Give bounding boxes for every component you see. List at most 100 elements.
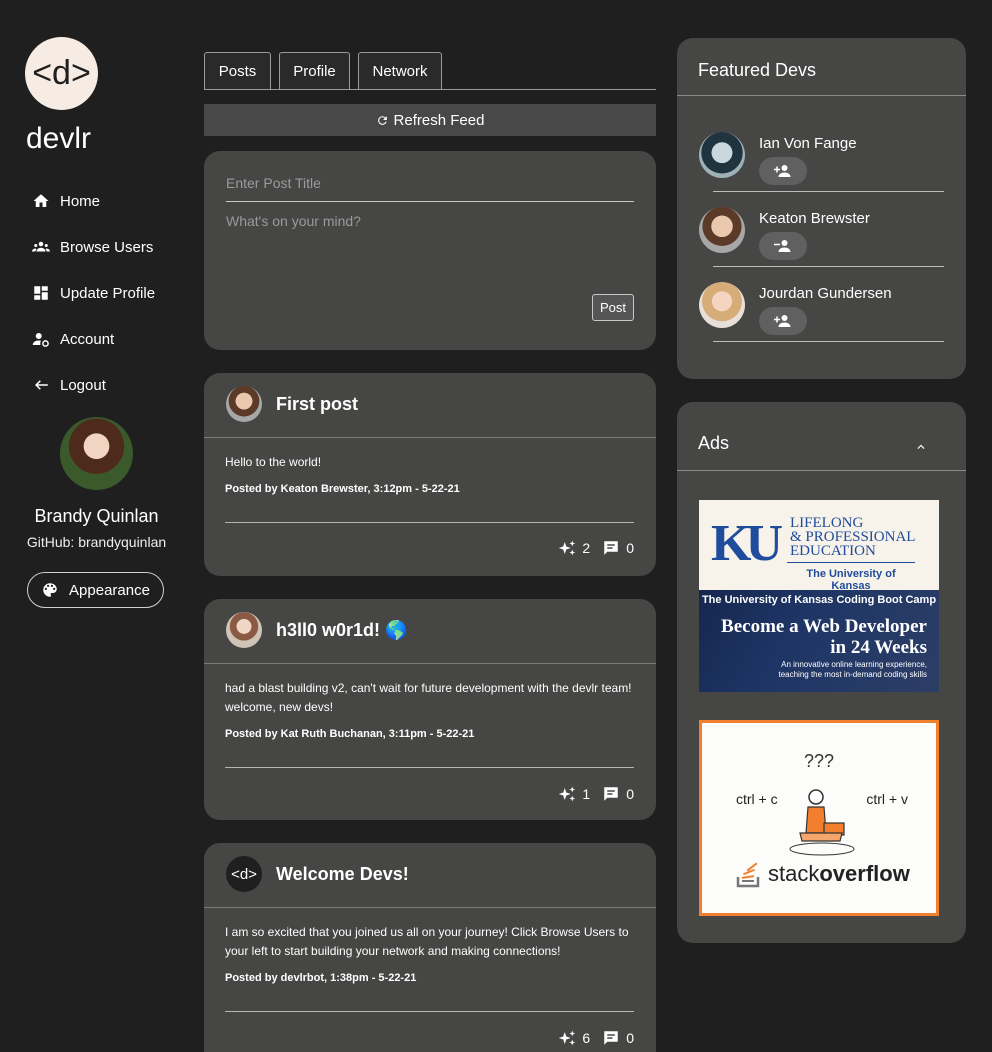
post-header: <d> Welcome Devs! (204, 843, 656, 908)
post-divider (225, 767, 634, 768)
post-meta: Posted by devlrbot, 1:38pm - 5-22-21 (225, 972, 417, 984)
post-meta: Posted by Keaton Brewster, 3:12pm - 5-22… (225, 483, 460, 495)
post-text: had a blast building v2, can't wait for … (225, 681, 632, 714)
account-settings-icon (32, 333, 49, 347)
featured-dev: Keaton Brewster (699, 207, 944, 282)
sidebar-item-label: Update Profile (60, 284, 156, 302)
sidebar-item-account[interactable]: Account (32, 316, 155, 362)
add-friend-button[interactable] (759, 307, 807, 335)
featured-devs-panel: Featured Devs Ian Von Fange Keaton Brews… (677, 38, 966, 379)
post-divider (225, 1011, 634, 1012)
dev-avatar[interactable] (699, 132, 745, 178)
sidebar-item-logout[interactable]: Logout (32, 362, 155, 408)
like-count: 2 (582, 540, 591, 556)
ku-bootcamp: The University of Kansas Coding Boot Cam… (701, 594, 937, 606)
add-person-icon (774, 315, 791, 327)
sidebar-item-label: Browse Users (60, 238, 154, 256)
ads-panel: Ads KU LIFELONG & PROFESSIONAL EDUCATION… (677, 402, 966, 943)
sidebar-item-home[interactable]: Home (32, 178, 155, 224)
post-button[interactable]: Post (592, 294, 634, 321)
stackoverflow-logo: stack overflow (734, 859, 910, 889)
post-divider (225, 522, 634, 523)
post-stats: 1 0 (546, 785, 634, 803)
refresh-label: Refresh Feed (393, 111, 485, 129)
ku-divider (787, 562, 915, 563)
like-button[interactable]: 2 (558, 539, 590, 557)
ku-headline-line: in 24 Weeks (830, 637, 927, 658)
ku-logo: KU (711, 515, 783, 572)
author-avatar[interactable] (226, 386, 262, 422)
ku-sub-line: teaching the most in-demand coding skill… (778, 670, 927, 679)
comment-button[interactable]: 0 (602, 785, 634, 803)
add-person-icon (774, 165, 791, 177)
appearance-button[interactable]: Appearance (27, 572, 164, 608)
post-header: h3ll0 w0r1d! 🌎 (204, 599, 656, 664)
like-button[interactable]: 1 (558, 785, 590, 803)
tab-label: Profile (293, 62, 336, 80)
post-header: First post (204, 373, 656, 438)
add-friend-button[interactable] (759, 157, 807, 185)
comment-icon (604, 787, 618, 801)
post-title: h3ll0 w0r1d! 🌎 (276, 620, 408, 640)
post-title-input[interactable]: Enter Post Title (226, 175, 634, 202)
user-name: Brandy Quinlan (34, 506, 159, 526)
featured-devs-title: Featured Devs (698, 60, 817, 80)
comment-icon (604, 1031, 618, 1045)
so-brand-light: stack (768, 861, 820, 886)
developer-illustration (789, 789, 855, 856)
comment-icon (604, 541, 618, 555)
bot-avatar-text: <d> (231, 865, 257, 883)
sparkle-icon (559, 1030, 576, 1046)
refresh-feed-button[interactable]: Refresh Feed (204, 104, 656, 136)
stackoverflow-ad-banner[interactable]: ??? ctrl + c ctrl + v stack overflow (699, 720, 939, 916)
chevron-up-icon[interactable] (914, 440, 928, 454)
dev-name: Jourdan Gundersen (759, 285, 892, 302)
comment-button[interactable]: 0 (602, 1029, 634, 1047)
sidebar-item-update-profile[interactable]: Update Profile (32, 270, 155, 316)
panel-divider (677, 95, 966, 96)
post-card: <d> Welcome Devs! I am so excited that y… (204, 843, 656, 1052)
dev-avatar[interactable] (699, 207, 745, 253)
post-text: Hello to the world! (225, 455, 322, 469)
tab-posts[interactable]: Posts (204, 52, 271, 89)
comment-count: 0 (626, 1030, 634, 1046)
sparkle-icon (559, 786, 576, 802)
dev-name: Ian Von Fange (759, 135, 857, 152)
ku-program-name: LIFELONG & PROFESSIONAL EDUCATION (790, 516, 915, 559)
ku-subtext: An innovative online learning experience… (778, 660, 927, 680)
user-github: GitHub: brandyquinlan (26, 534, 167, 550)
featured-dev: Jourdan Gundersen (699, 282, 944, 357)
logout-arrow-icon (35, 380, 48, 390)
post-card: h3ll0 w0r1d! 🌎 had a blast building v2, … (204, 599, 656, 820)
tab-profile[interactable]: Profile (279, 52, 350, 89)
tab-label: Network (372, 62, 428, 80)
comment-count: 0 (626, 786, 634, 802)
tab-label: Posts (218, 62, 257, 80)
dev-avatar[interactable] (699, 282, 745, 328)
dev-divider (713, 266, 944, 267)
app-logo[interactable]: <d> (25, 37, 98, 110)
ku-ad-banner[interactable]: KU LIFELONG & PROFESSIONAL EDUCATION The… (699, 500, 939, 692)
post-body-input[interactable]: What's on your mind? (226, 213, 361, 229)
tab-network[interactable]: Network (358, 52, 442, 89)
author-avatar[interactable] (226, 612, 262, 648)
logo-text: <d> (32, 54, 91, 92)
user-avatar[interactable] (60, 417, 133, 490)
sidebar-item-browse-users[interactable]: Browse Users (32, 224, 155, 270)
remove-friend-button[interactable] (759, 232, 807, 260)
like-count: 1 (582, 786, 591, 802)
brand-name: devlr (26, 122, 92, 155)
remove-person-icon (774, 240, 791, 252)
ku-headline-line: Become a Web Developer (721, 616, 927, 637)
dev-divider (713, 341, 944, 342)
tab-bar: Posts Profile Network (204, 52, 656, 90)
post-meta: Posted by Kat Ruth Buchanan, 3:11pm - 5-… (225, 728, 475, 740)
sidebar-item-label: Account (60, 330, 115, 348)
author-avatar[interactable]: <d> (226, 856, 262, 892)
like-button[interactable]: 6 (558, 1029, 590, 1047)
sidebar-nav: Home Browse Users Update Profile Account… (32, 178, 155, 408)
so-copy-text: ctrl + c (736, 791, 778, 807)
post-content: had a blast building v2, can't wait for … (225, 679, 637, 744)
comment-button[interactable]: 0 (602, 539, 634, 557)
ku-sub-line: An innovative online learning experience… (781, 660, 927, 669)
